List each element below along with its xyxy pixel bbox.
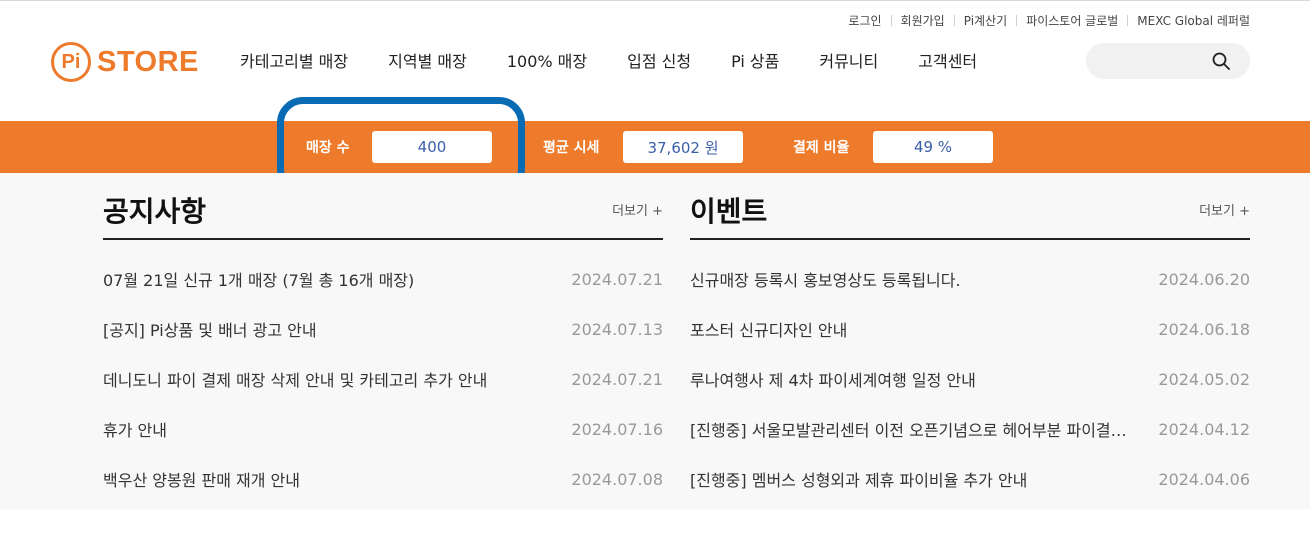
notice-item-title[interactable]: 백우산 양봉원 판매 재개 안내 xyxy=(103,467,300,491)
store-count-value: 400 xyxy=(372,131,492,163)
utility-links: 로그인 회원가입 Pi계산기 파이스토어 글로벌 MEXC Global 레퍼럴 xyxy=(848,12,1250,29)
event-list: 신규매장 등록시 홍보영상도 등록됩니다. 2024.06.20 포스터 신규디… xyxy=(690,254,1250,504)
event-title: 이벤트 xyxy=(690,195,768,228)
search-input[interactable] xyxy=(1102,51,1212,71)
list-item[interactable]: 신규매장 등록시 홍보영상도 등록됩니다. 2024.06.20 xyxy=(690,254,1250,304)
nav-category-stores[interactable]: 카테고리별 매장 xyxy=(240,48,348,72)
notice-more-link[interactable]: 더보기 + xyxy=(612,200,663,219)
event-item-title[interactable]: 신규매장 등록시 홍보영상도 등록됩니다. xyxy=(690,267,961,291)
divider xyxy=(1127,15,1129,26)
event-item-date: 2024.05.02 xyxy=(1158,369,1250,389)
global-store-link[interactable]: 파이스토어 글로벌 xyxy=(1026,12,1118,29)
event-more-link[interactable]: 더보기 + xyxy=(1199,200,1250,219)
stats-bar: 매장 수 400 평균 시세 37,602 원 결제 비율 49 % xyxy=(0,121,1310,173)
list-item[interactable]: [진행중] 서울모발관리센터 이전 오픈기념으로 헤어부분 파이결제 할인 이벤… xyxy=(690,404,1250,454)
site-logo[interactable]: Pi STORE xyxy=(51,42,199,82)
pi-calculator-link[interactable]: Pi계산기 xyxy=(964,12,1007,29)
event-item-date: 2024.04.12 xyxy=(1158,419,1250,439)
event-board: 이벤트 더보기 + 신규매장 등록시 홍보영상도 등록됩니다. 2024.06.… xyxy=(690,186,1250,504)
payment-ratio-value: 49 % xyxy=(873,131,993,163)
list-item[interactable]: [공지] Pi상품 및 배너 광고 안내 2024.07.13 xyxy=(103,304,663,354)
search-box xyxy=(1086,43,1250,79)
notice-item-title[interactable]: 07월 21일 신규 1개 매장 (7월 총 16개 매장) xyxy=(103,267,414,291)
content-panel: 공지사항 더보기 + 07월 21일 신규 1개 매장 (7월 총 16개 매장… xyxy=(0,173,1310,509)
event-item-title[interactable]: 루나여행사 제 4차 파이세계여행 일정 안내 xyxy=(690,367,976,391)
notice-header: 공지사항 더보기 + xyxy=(103,186,663,240)
nav-100-percent-stores[interactable]: 100% 매장 xyxy=(507,48,587,72)
notice-item-date: 2024.07.13 xyxy=(571,319,663,339)
list-item[interactable]: [진행중] 멤버스 성형외과 제휴 파이비율 추가 안내 2024.04.06 xyxy=(690,454,1250,504)
event-header: 이벤트 더보기 + xyxy=(690,186,1250,240)
notice-item-date: 2024.07.08 xyxy=(571,469,663,489)
nav-store-apply[interactable]: 입점 신청 xyxy=(627,48,691,72)
store-count-label: 매장 수 xyxy=(306,140,350,156)
notice-board: 공지사항 더보기 + 07월 21일 신규 1개 매장 (7월 총 16개 매장… xyxy=(103,186,663,504)
average-price-label: 평균 시세 xyxy=(543,140,600,156)
list-item[interactable]: 데니도니 파이 결제 매장 삭제 안내 및 카테고리 추가 안내 2024.07… xyxy=(103,354,663,404)
event-item-date: 2024.06.18 xyxy=(1158,319,1250,339)
notice-item-title[interactable]: 휴가 안내 xyxy=(103,417,167,441)
list-item[interactable]: 07월 21일 신규 1개 매장 (7월 총 16개 매장) 2024.07.2… xyxy=(103,254,663,304)
notice-item-title[interactable]: 데니도니 파이 결제 매장 삭제 안내 및 카테고리 추가 안내 xyxy=(103,367,487,391)
divider xyxy=(953,15,955,26)
login-link[interactable]: 로그인 xyxy=(848,12,881,29)
nav-pi-products[interactable]: Pi 상품 xyxy=(731,48,779,72)
notice-item-date: 2024.07.21 xyxy=(571,369,663,389)
divider xyxy=(890,15,892,26)
mexc-referral-link[interactable]: MEXC Global 레퍼럴 xyxy=(1137,12,1250,29)
search-icon[interactable] xyxy=(1212,52,1230,70)
payment-ratio-label: 결제 비율 xyxy=(793,140,850,156)
event-item-title[interactable]: [진행중] 멤버스 성형외과 제휴 파이비율 추가 안내 xyxy=(690,467,1027,491)
notice-list: 07월 21일 신규 1개 매장 (7월 총 16개 매장) 2024.07.2… xyxy=(103,254,663,504)
nav-customer-center[interactable]: 고객센터 xyxy=(918,48,977,72)
list-item[interactable]: 루나여행사 제 4차 파이세계여행 일정 안내 2024.05.02 xyxy=(690,354,1250,404)
event-item-title[interactable]: 포스터 신규디자인 안내 xyxy=(690,317,847,341)
average-price-value: 37,602 원 xyxy=(623,131,743,163)
top-border xyxy=(0,0,1310,1)
nav-community[interactable]: 커뮤니티 xyxy=(819,48,878,72)
list-item[interactable]: 백우산 양봉원 판매 재개 안내 2024.07.08 xyxy=(103,454,663,504)
main-nav: 카테고리별 매장 지역별 매장 100% 매장 입점 신청 Pi 상품 커뮤니티… xyxy=(240,48,1017,72)
logo-text: STORE xyxy=(97,45,199,78)
event-item-title[interactable]: [진행중] 서울모발관리센터 이전 오픈기념으로 헤어부분 파이결제 할인 이벤… xyxy=(690,417,1140,441)
nav-region-stores[interactable]: 지역별 매장 xyxy=(388,48,467,72)
notice-title: 공지사항 xyxy=(103,195,207,228)
event-item-date: 2024.06.20 xyxy=(1158,269,1250,289)
signup-link[interactable]: 회원가입 xyxy=(901,12,945,29)
list-item[interactable]: 휴가 안내 2024.07.16 xyxy=(103,404,663,454)
notice-item-title[interactable]: [공지] Pi상품 및 배너 광고 안내 xyxy=(103,317,317,341)
notice-item-date: 2024.07.16 xyxy=(571,419,663,439)
divider xyxy=(1016,15,1018,26)
event-item-date: 2024.04.06 xyxy=(1158,469,1250,489)
logo-mark: Pi xyxy=(51,42,91,82)
list-item[interactable]: 포스터 신규디자인 안내 2024.06.18 xyxy=(690,304,1250,354)
notice-item-date: 2024.07.21 xyxy=(571,269,663,289)
